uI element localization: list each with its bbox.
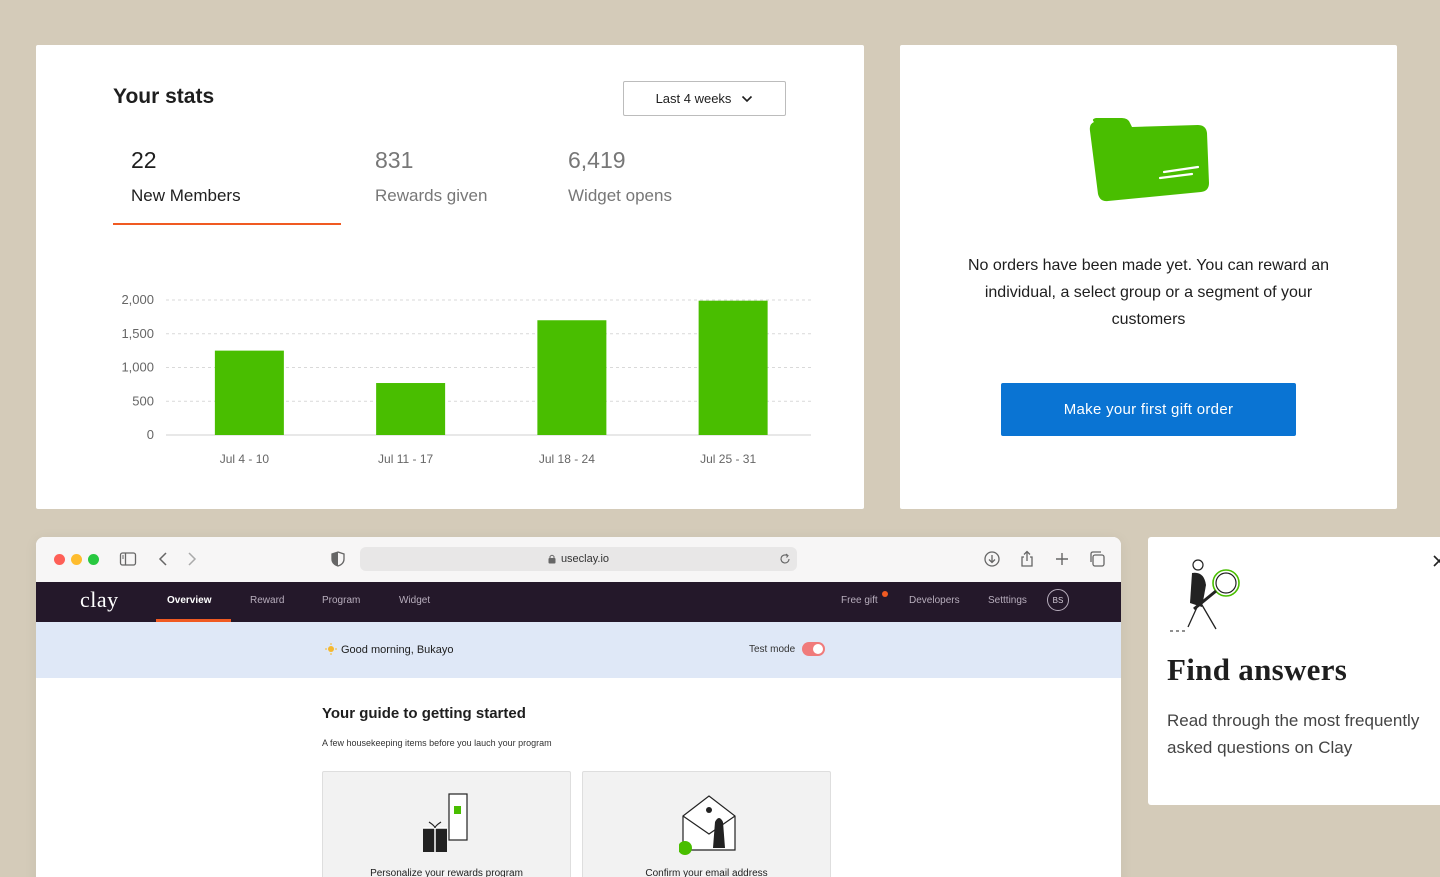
stat-value: 831: [375, 147, 414, 173]
stat-label: Widget opens: [568, 186, 672, 205]
date-range-label: Last 4 weeks: [655, 91, 732, 106]
guide-title: Your guide to getting started: [322, 705, 526, 722]
stat-widget-opens[interactable]: 6,419 Widget opens: [568, 147, 672, 206]
nav-reward[interactable]: Reward: [250, 595, 284, 606]
y-tick-label: 0: [147, 427, 154, 442]
task-card-confirm-email[interactable]: Confirm your email address: [582, 771, 831, 877]
magnifier-person-illustration-icon: [1170, 559, 1240, 632]
stat-label: New Members: [131, 186, 241, 205]
task-card-personalize[interactable]: Personalize your rewards program: [322, 771, 571, 877]
faq-title: Find answers: [1167, 652, 1348, 687]
stats-card: Your stats Last 4 weeks 22 New Members 8…: [36, 45, 864, 509]
y-tick-label: 1,000: [121, 360, 154, 375]
empty-orders-card: No orders have been made yet. You can re…: [900, 45, 1397, 509]
x-tick-label: Jul 25 - 31: [700, 452, 756, 466]
chevron-down-icon: [742, 95, 753, 102]
test-mode-toggle[interactable]: [802, 642, 825, 656]
find-answers-card: Find answers Read through the most frequ…: [1148, 537, 1440, 805]
stat-rewards-given[interactable]: 831 Rewards given: [375, 147, 487, 206]
test-mode-label: Test mode: [749, 644, 796, 655]
reload-icon[interactable]: [779, 553, 791, 565]
toggle-knob: [813, 644, 823, 654]
browser-window: useclay.io clay Overview Reward Program …: [36, 537, 1121, 877]
guide-subtitle: A few housekeeping items before you lauc…: [322, 738, 552, 748]
task-label: Confirm your email address: [645, 868, 768, 877]
close-window-button[interactable]: [54, 554, 65, 565]
x-tick-label: Jul 18 - 24: [539, 452, 595, 466]
greeting-bar: Good morning, Bukayo Test mode: [36, 622, 1121, 678]
task-label: Personalize your rewards program: [370, 868, 523, 877]
chart-bar: [698, 300, 768, 435]
clay-logo[interactable]: clay: [80, 587, 119, 613]
new-tab-icon[interactable]: [1053, 550, 1071, 568]
back-icon[interactable]: [155, 550, 173, 568]
shield-icon[interactable]: [329, 550, 347, 568]
folder-icon: [1089, 118, 1209, 202]
chart-bar: [537, 320, 607, 435]
x-tick-label: Jul 11 - 17: [378, 452, 433, 466]
app-navbar: clay Overview Reward Program Widget Free…: [36, 582, 1121, 622]
first-gift-order-button[interactable]: Make your first gift order: [1001, 383, 1296, 436]
maximize-window-button[interactable]: [88, 554, 99, 565]
lock-icon: [548, 554, 556, 564]
browser-toolbar: useclay.io: [36, 537, 1121, 582]
user-avatar[interactable]: BS: [1047, 589, 1069, 611]
sun-icon: [325, 643, 337, 655]
empty-orders-message: No orders have been made yet. You can re…: [967, 257, 1330, 328]
minimize-window-button[interactable]: [71, 554, 82, 565]
nav-program[interactable]: Program: [322, 595, 360, 606]
url-text: useclay.io: [560, 553, 610, 565]
envelope-illustration-icon: [679, 795, 736, 855]
nav-widget[interactable]: Widget: [399, 595, 430, 606]
stat-value: 22: [131, 147, 157, 173]
stat-label: Rewards given: [375, 186, 488, 205]
chart-bar: [376, 383, 446, 435]
close-icon[interactable]: [1433, 555, 1440, 567]
active-stat-underline: [113, 223, 341, 225]
chart-bar: [214, 350, 284, 435]
tabs-overview-icon[interactable]: [1088, 550, 1106, 568]
download-icon[interactable]: [983, 550, 1001, 568]
notification-dot: [882, 591, 888, 597]
address-bar[interactable]: useclay.io: [360, 547, 797, 571]
forward-icon[interactable]: [182, 550, 200, 568]
x-tick-label: Jul 4 - 10: [220, 452, 270, 466]
date-range-dropdown[interactable]: Last 4 weeks: [623, 81, 786, 116]
share-icon[interactable]: [1018, 550, 1036, 568]
y-tick-label: 500: [132, 393, 154, 408]
nav-overview[interactable]: Overview: [167, 595, 211, 606]
nav-settings[interactable]: Setttings: [988, 595, 1027, 606]
nav-free-gift[interactable]: Free gift: [841, 595, 878, 606]
bar-chart: 0 500 1,000 1,500 2,000 Jul 4 - 10 Jul 11 - 17…: [121, 292, 811, 466]
faq-body: Read through the most frequently asked q…: [1167, 711, 1420, 757]
stat-new-members[interactable]: 22 New Members: [131, 147, 241, 206]
y-tick-label: 1,500: [121, 326, 154, 341]
greeting-text: Good morning, Bukayo: [341, 644, 454, 656]
stats-title: Your stats: [113, 85, 215, 108]
y-tick-label: 2,000: [121, 292, 154, 307]
sidebar-toggle-icon[interactable]: [119, 550, 137, 568]
gift-door-illustration-icon: [423, 793, 468, 852]
stat-value: 6,419: [568, 147, 626, 173]
nav-developers[interactable]: Developers: [909, 595, 960, 606]
